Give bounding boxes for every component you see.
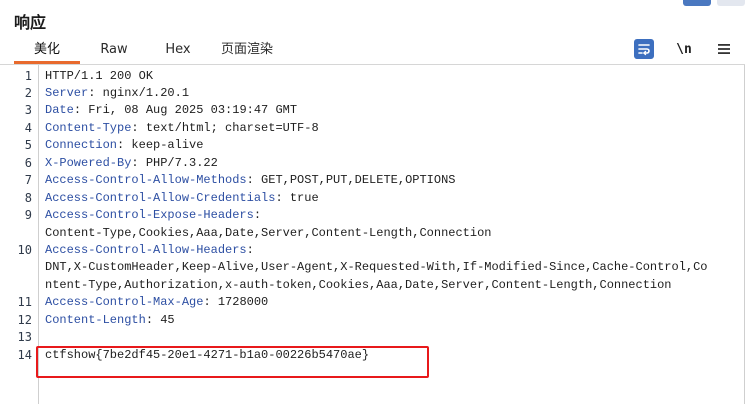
header-value: : PHP/7.3.22 — [131, 155, 218, 170]
line-number: 2 — [24, 85, 32, 100]
line-content: Access-Control-Expose-Headers: — [45, 207, 261, 224]
window-corner-buttons — [683, 0, 745, 6]
line-content: Access-Control-Allow-Credentials: true — [45, 190, 319, 207]
code-line: Content-Type,Cookies,Aaa,Date,Server,Con… — [0, 225, 745, 242]
line-number: 10 — [17, 243, 32, 257]
code-line: 2 Server: nginx/1.20.1 — [0, 85, 745, 102]
header-name: Access-Control-Max-Age — [45, 295, 204, 310]
code-line: 4 Content-Type: text/html; charset=UTF-8 — [0, 120, 745, 137]
code-line: 12 Content-Length: 45 — [0, 312, 745, 329]
newline-label: \n — [676, 41, 692, 57]
code-line: 1 HTTP/1.1 200 OK — [0, 68, 745, 85]
header-name: Access-Control-Allow-Headers — [45, 243, 247, 257]
line-number: 4 — [24, 120, 32, 135]
line-content: Access-Control-Allow-Methods: GET,POST,P… — [45, 172, 455, 189]
code-line: ntent-Type,Authorization,x-auth-token,Co… — [0, 277, 745, 294]
code-line: 8 Access-Control-Allow-Credentials: true — [0, 190, 745, 207]
tab-hex[interactable]: Hex — [148, 38, 208, 64]
header-name: Content-Type — [45, 120, 132, 135]
code-line: DNT,X-CustomHeader,Keep-Alive,User-Agent… — [0, 259, 745, 276]
word-wrap-button[interactable] — [631, 37, 657, 61]
editor-menu-button[interactable] — [711, 37, 737, 61]
header-name: Content-Length — [45, 312, 146, 327]
header-name: Access-Control-Allow-Methods — [45, 173, 247, 188]
header-value: : GET,POST,PUT,DELETE,OPTIONS — [246, 173, 456, 188]
corner-button-primary[interactable] — [683, 0, 711, 6]
code-line: 3 Date: Fri, 08 Aug 2025 03:19:47 GMT — [0, 102, 745, 119]
code-line: 13 — [0, 329, 745, 346]
header-value: : keep-alive — [117, 138, 204, 153]
tab-render[interactable]: 页面渲染 — [210, 38, 284, 64]
header-name: Server — [45, 85, 89, 100]
line-content: DNT,X-CustomHeader,Keep-Alive,User-Agent… — [45, 259, 708, 276]
header-value: : — [253, 208, 262, 223]
line-number: 14 — [17, 347, 32, 362]
line-content: Connection: keep-alive — [45, 137, 203, 154]
line-number: 13 — [17, 330, 32, 345]
corner-button-secondary[interactable] — [717, 0, 745, 6]
line-number: 8 — [24, 190, 32, 205]
tab-raw[interactable]: Raw — [82, 38, 146, 64]
line-content: ntent-Type,Authorization,x-auth-token,Co… — [45, 277, 672, 294]
line-content: Access-Control-Allow-Headers: — [45, 242, 254, 259]
header-value: : true — [275, 190, 319, 205]
line-number: 1 — [24, 68, 32, 83]
header-name: Access-Control-Allow-Credentials — [45, 190, 276, 205]
header-name: Connection — [45, 138, 118, 153]
line-content: Date: Fri, 08 Aug 2025 03:19:47 GMT — [45, 102, 297, 119]
header-value: HTTP/1.1 200 OK — [45, 68, 154, 83]
view-tabs: 美化 Raw Hex 页面渲染 — [14, 38, 284, 64]
line-content: Access-Control-Max-Age: 1728000 — [45, 294, 268, 311]
header-name: X-Powered-By — [45, 155, 132, 170]
panel-title: 响应 — [14, 13, 47, 32]
line-number: 12 — [17, 312, 32, 327]
line-content: X-Powered-By: PHP/7.3.22 — [45, 155, 218, 172]
line-number: 11 — [17, 295, 32, 310]
word-wrap-icon — [634, 39, 654, 59]
line-content: Content-Type,Cookies,Aaa,Date,Server,Con… — [45, 225, 491, 242]
line-number: 5 — [24, 138, 32, 153]
editor-toolbar: \n — [617, 37, 737, 61]
code-line: 10 Access-Control-Allow-Headers: — [0, 242, 745, 259]
line-content: Content-Type: text/html; charset=UTF-8 — [45, 120, 319, 137]
tab-pretty[interactable]: 美化 — [14, 38, 80, 64]
header-value: : Fri, 08 Aug 2025 03:19:47 GMT — [73, 103, 298, 118]
line-content: Server: nginx/1.20.1 — [45, 85, 189, 102]
code-line: 9 Access-Control-Expose-Headers: — [0, 207, 745, 224]
flag-highlight-box — [36, 346, 429, 378]
header-name: Date — [45, 103, 74, 118]
line-number: 6 — [24, 155, 32, 170]
code-line: 5 Connection: keep-alive — [0, 137, 745, 154]
header-value: : nginx/1.20.1 — [88, 85, 190, 100]
code-line: 11 Access-Control-Max-Age: 1728000 — [0, 294, 745, 311]
show-newlines-button[interactable]: \n — [671, 37, 697, 61]
header-value: : text/html; charset=UTF-8 — [131, 120, 319, 135]
code-line: 7 Access-Control-Allow-Methods: GET,POST,… — [0, 172, 745, 189]
header-value: : 1728000 — [203, 295, 269, 310]
header-value: Content-Type,Cookies,Aaa,Date,Server,Con… — [45, 225, 492, 240]
header-value: ntent-Type,Authorization,x-auth-token,Co… — [45, 277, 672, 292]
line-number: 3 — [24, 103, 32, 118]
header-value: : 45 — [145, 312, 175, 327]
line-content: HTTP/1.1 200 OK — [45, 68, 153, 85]
header-value: : — [246, 243, 254, 257]
line-number: 7 — [24, 173, 32, 188]
code-line: 6 X-Powered-By: PHP/7.3.22 — [0, 155, 745, 172]
header-value: DNT,X-CustomHeader,Keep-Alive,User-Agent… — [45, 260, 708, 275]
hamburger-menu-icon — [717, 40, 731, 59]
line-number: 9 — [24, 208, 32, 223]
header-name: Access-Control-Expose-Headers — [45, 208, 254, 223]
line-content: Content-Length: 45 — [45, 312, 175, 329]
